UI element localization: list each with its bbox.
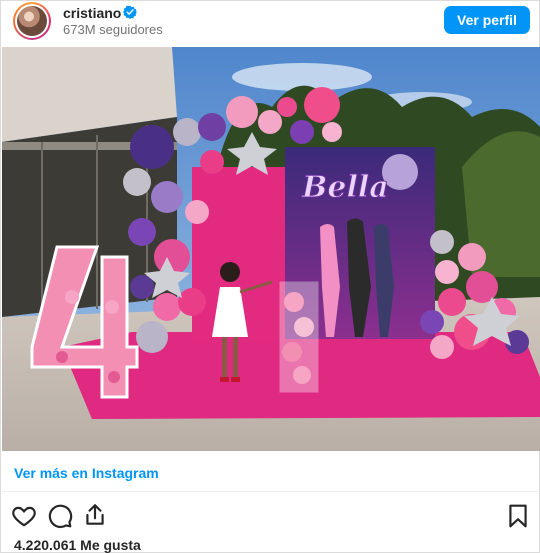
view-profile-button[interactable]: Ver perfil — [444, 6, 530, 34]
divider — [2, 491, 540, 492]
share-icon[interactable] — [82, 502, 108, 528]
heart-icon[interactable] — [11, 503, 37, 529]
bookmark-icon[interactable] — [505, 503, 531, 529]
like-count: 4.220.061 Me gusta — [14, 537, 141, 553]
comment-icon[interactable] — [47, 503, 73, 529]
follower-count: 673M seguidores — [63, 22, 163, 37]
party-scene: Bella — [2, 47, 540, 451]
post-header: cristiano 673M seguidores Ver perfil — [1, 1, 540, 47]
instagram-embed: cristiano 673M seguidores Ver perfil Bel… — [0, 0, 540, 553]
post-image[interactable]: Bella — [2, 47, 540, 451]
verified-badge-icon — [123, 5, 137, 19]
avatar-image — [17, 6, 47, 36]
username[interactable]: cristiano — [63, 5, 121, 21]
avatar[interactable] — [13, 2, 51, 40]
backdrop-title: Bella — [301, 170, 389, 205]
view-more-link[interactable]: Ver más en Instagram — [14, 465, 159, 481]
